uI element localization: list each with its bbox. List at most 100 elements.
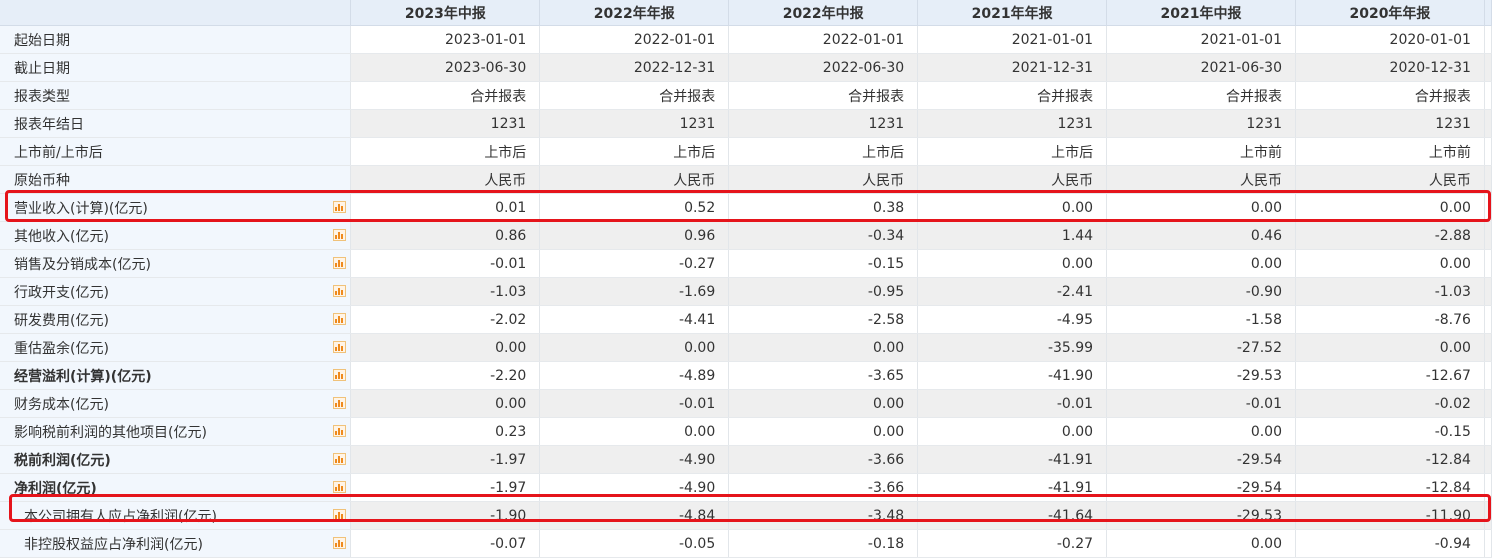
bar-chart-icon[interactable] (333, 537, 347, 549)
value-cell: 1231 (350, 109, 541, 138)
row-label-cell: 税前利润(亿元) (0, 445, 352, 474)
row-label-cell: 净利润(亿元) (0, 473, 352, 502)
header-row: 2023年中报 2022年年报 2022年中报 2021年年报 2021年中报 … (0, 0, 1492, 26)
bar-chart-icon[interactable] (333, 201, 347, 213)
row-end-spacer (1484, 445, 1492, 474)
column-header[interactable]: 2021年中报 (1106, 0, 1296, 26)
value-cell: 2022-01-01 (728, 25, 919, 54)
table-row: 报表年结日 1231 1231 1231 1231 1231 1231 (0, 109, 1492, 138)
value-cell: 0.00 (728, 389, 919, 418)
row-label: 非控股权益应占净利润(亿元) (24, 536, 203, 553)
row-end-spacer (1484, 417, 1492, 446)
row-end-spacer (1484, 389, 1492, 418)
bar-chart-icon[interactable] (333, 229, 347, 241)
column-header[interactable]: 2021年年报 (917, 0, 1108, 26)
column-header[interactable]: 2023年中报 (350, 0, 541, 26)
bar-chart-icon[interactable] (333, 285, 347, 297)
bar-chart-icon[interactable] (333, 369, 347, 381)
row-end-spacer (1484, 333, 1492, 362)
value-cell: -41.90 (917, 361, 1108, 390)
bar-chart-icon-bar (338, 232, 341, 239)
table-row: 截止日期 2023-06-30 2022-12-31 2022-06-30 2021-1… (0, 53, 1492, 82)
bar-chart-icon-bar (341, 402, 344, 407)
bar-chart-icon-bar (341, 486, 344, 491)
bar-chart-icon-bar (338, 344, 341, 351)
value-cell: -29.54 (1106, 445, 1296, 474)
value-cell: -1.90 (350, 501, 541, 530)
value-cell: -0.07 (350, 529, 541, 558)
value-cell: 2023-06-30 (350, 53, 541, 82)
row-end-spacer (1484, 361, 1492, 390)
value-cell: 人民币 (539, 165, 730, 194)
row-end-spacer (1484, 529, 1492, 558)
row-label-cell: 研发费用(亿元) (0, 305, 352, 334)
value-cell: 2021-01-01 (917, 25, 1108, 54)
value-cell: 1.44 (917, 221, 1108, 250)
value-cell: -0.15 (1295, 417, 1485, 446)
value-cell: -1.97 (350, 473, 541, 502)
bar-chart-icon[interactable] (333, 257, 347, 269)
table-row: 财务成本(亿元) 0.00 -0.01 0.00 -0.01 -0.01 -0.02 (0, 389, 1492, 418)
value-cell: -0.01 (539, 389, 730, 418)
value-cell: 0.46 (1106, 221, 1296, 250)
value-cell: -41.91 (917, 473, 1108, 502)
column-header[interactable]: 2022年年报 (539, 0, 730, 26)
row-label: 本公司拥有人应占净利润(亿元) (24, 508, 217, 525)
value-cell: -0.18 (728, 529, 919, 558)
column-header[interactable]: 2020年年报 (1295, 0, 1485, 26)
value-cell: 0.00 (917, 249, 1108, 278)
value-cell: -41.91 (917, 445, 1108, 474)
value-cell: 0.00 (917, 417, 1108, 446)
bar-chart-icon[interactable] (333, 509, 347, 521)
value-cell: 0.00 (350, 333, 541, 362)
table-row: 非控股权益应占净利润(亿元) -0.07 -0.05 -0.18 -0.27 0.00 -0… (0, 529, 1492, 558)
value-cell: 上市前 (1295, 137, 1485, 166)
value-cell: -0.27 (917, 529, 1108, 558)
value-cell: 0.00 (539, 417, 730, 446)
table-row: 上市前/上市后 上市后 上市后 上市后 上市后 上市前 上市前 (0, 137, 1492, 166)
bar-chart-icon-bar (341, 262, 344, 267)
value-cell: -2.02 (350, 305, 541, 334)
row-end-spacer (1484, 109, 1492, 138)
table-row: 本公司拥有人应占净利润(亿元) -1.90 -4.84 -3.48 -41.64 -29.… (0, 501, 1492, 530)
bar-chart-icon[interactable] (333, 453, 347, 465)
row-label: 营业收入(计算)(亿元) (14, 200, 148, 217)
bar-chart-icon-bar (338, 316, 341, 323)
value-cell: -11.90 (1295, 501, 1485, 530)
bar-chart-icon-bar (341, 290, 344, 295)
table-row: 行政开支(亿元) -1.03 -1.69 -0.95 -2.41 -0.90 -1.03 (0, 277, 1492, 306)
value-cell: 合并报表 (350, 81, 541, 110)
value-cell: -0.15 (728, 249, 919, 278)
value-cell: 1231 (1295, 109, 1485, 138)
bar-chart-icon[interactable] (333, 313, 347, 325)
table-row: 销售及分销成本(亿元) -0.01 -0.27 -0.15 0.00 0.00 0.00 (0, 249, 1492, 278)
bar-chart-icon[interactable] (333, 481, 347, 493)
bar-chart-icon-bar (335, 263, 338, 267)
value-cell: 0.00 (539, 333, 730, 362)
row-label: 净利润(亿元) (14, 480, 97, 497)
bar-chart-icon-bar (341, 514, 344, 519)
bar-chart-icon[interactable] (333, 425, 347, 437)
row-label-cell: 经营溢利(计算)(亿元) (0, 361, 352, 390)
value-cell: -4.84 (539, 501, 730, 530)
value-cell: 0.23 (350, 417, 541, 446)
bar-chart-icon-bar (338, 288, 341, 295)
row-label: 销售及分销成本(亿元) (14, 256, 151, 273)
row-end-spacer (1484, 25, 1492, 54)
bar-chart-icon-bar (338, 204, 341, 211)
column-header[interactable]: 2022年中报 (728, 0, 919, 26)
row-label-cell: 销售及分销成本(亿元) (0, 249, 352, 278)
value-cell: -3.66 (728, 473, 919, 502)
value-cell: -1.58 (1106, 305, 1296, 334)
table-row: 报表类型 合并报表 合并报表 合并报表 合并报表 合并报表 合并报表 (0, 81, 1492, 110)
value-cell: 2021-06-30 (1106, 53, 1296, 82)
bar-chart-icon-bar (335, 543, 338, 547)
value-cell: -29.53 (1106, 501, 1296, 530)
value-cell: -1.97 (350, 445, 541, 474)
table-row: 影响税前利润的其他项目(亿元) 0.23 0.00 0.00 0.00 0.00 -0.15 (0, 417, 1492, 446)
row-label: 研发费用(亿元) (14, 312, 109, 329)
value-cell: -0.01 (917, 389, 1108, 418)
table-row: 原始币种 人民币 人民币 人民币 人民币 人民币 人民币 (0, 165, 1492, 194)
bar-chart-icon[interactable] (333, 397, 347, 409)
bar-chart-icon[interactable] (333, 341, 347, 353)
